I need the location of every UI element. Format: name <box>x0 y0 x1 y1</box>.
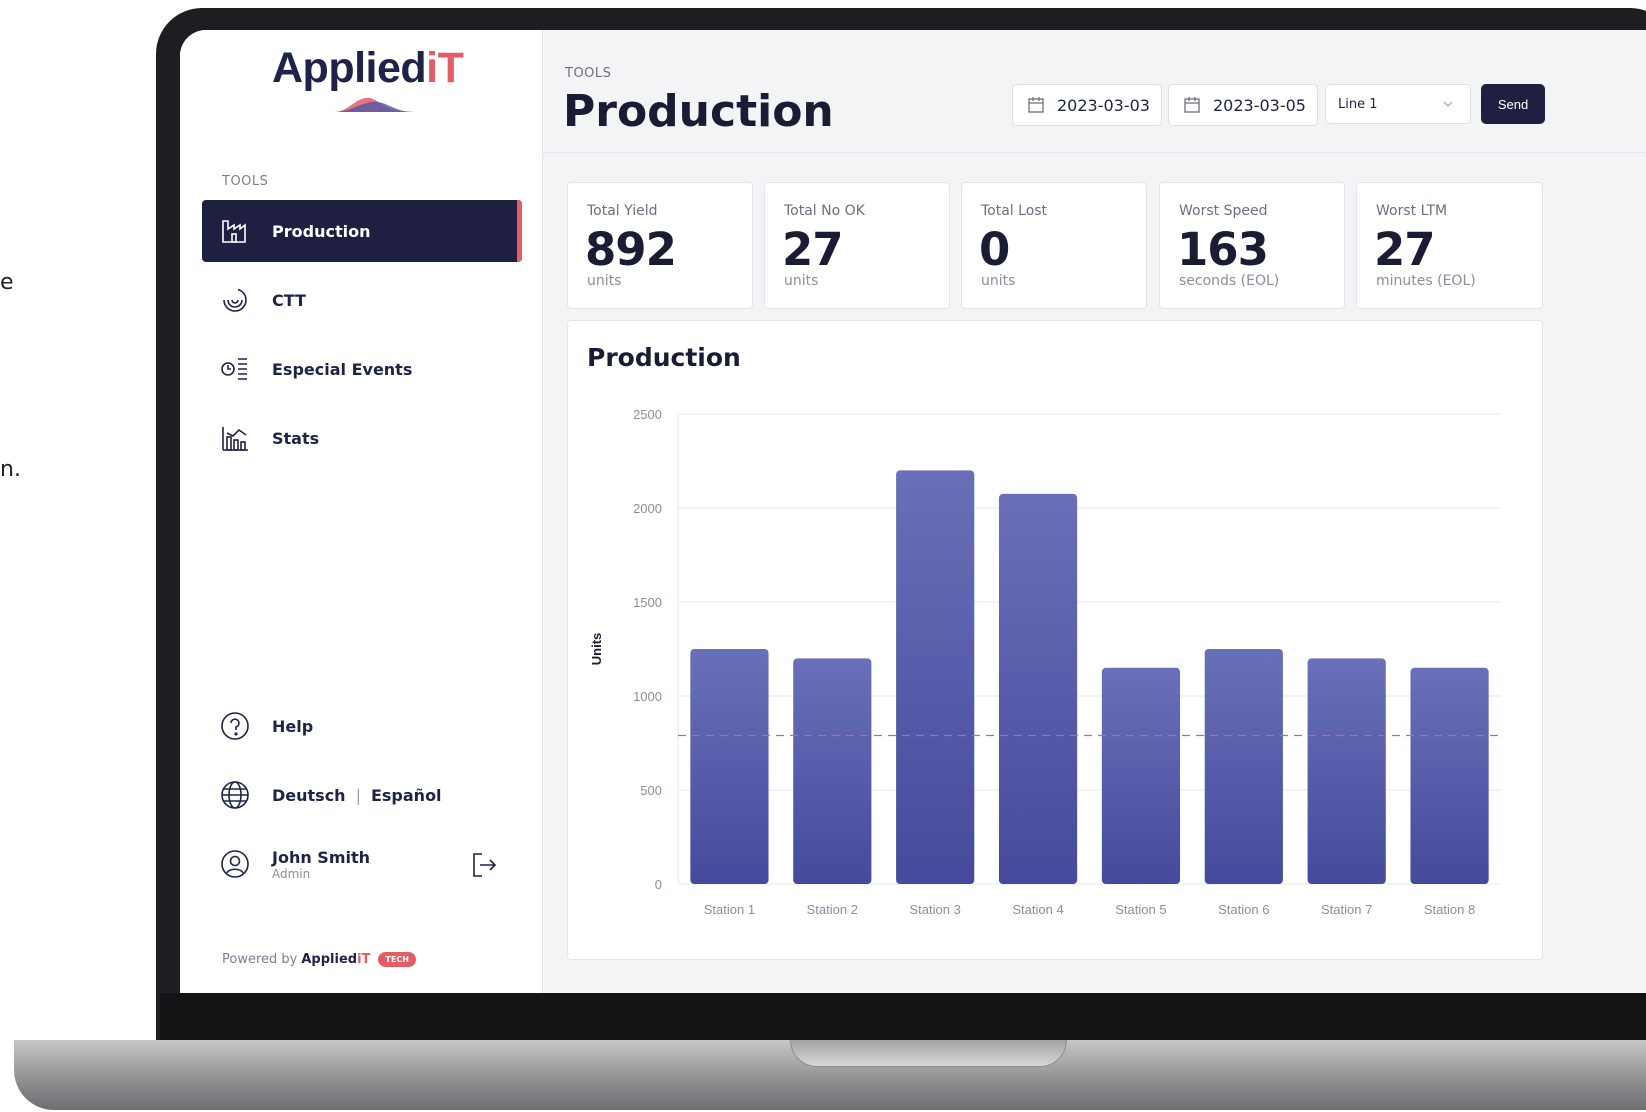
calendar-icon <box>1027 96 1045 114</box>
x-tick-label: Station 3 <box>910 902 961 917</box>
factory-icon <box>220 217 260 245</box>
sidebar-section-label: TOOLS <box>222 174 269 189</box>
chevron-down-icon <box>1442 97 1454 112</box>
x-tick-label: Station 2 <box>807 902 858 917</box>
sidebar-item-label: Stats <box>272 428 320 448</box>
bar-8 <box>1410 667 1489 884</box>
kpi-label: Total Yield <box>587 203 658 219</box>
kpi-label: Worst LTM <box>1376 203 1448 219</box>
breadcrumb: TOOLS <box>565 66 612 81</box>
sidebar-item-label: Production <box>272 221 371 241</box>
language-options: Deutsch | Español <box>272 786 442 805</box>
app-screen: AppliediT TOOLS Production CTT Especial … <box>180 30 1646 993</box>
kpi-value: 27 <box>782 223 844 276</box>
kpi-card-worst-ltm: Worst LTM 27 minutes (EOL) <box>1356 182 1543 309</box>
sidebar-item-label: Especial Events <box>272 359 413 379</box>
kpi-value: 892 <box>585 223 677 276</box>
bar-1 <box>690 649 769 884</box>
kpi-value: 27 <box>1374 223 1436 276</box>
kpi-label: Total No OK <box>784 203 865 219</box>
bar-4 <box>998 493 1078 884</box>
x-tick-label: Station 6 <box>1218 902 1269 917</box>
x-tick-label: Station 7 <box>1321 902 1372 917</box>
user-profile[interactable]: John Smith Admin <box>202 833 522 895</box>
kpi-label: Worst Speed <box>1179 203 1268 219</box>
language-separator: | <box>355 785 361 805</box>
sidebar-item-ctt[interactable]: CTT <box>202 269 522 331</box>
language-espanol[interactable]: Español <box>371 786 442 805</box>
bar-3 <box>896 470 975 884</box>
logo-wave-icon <box>334 97 414 112</box>
sidebar-item-label: CTT <box>272 290 306 310</box>
y-tick-label: 0 <box>655 877 662 892</box>
y-tick-label: 1000 <box>633 689 662 704</box>
date-to-value: 2023-03-05 <box>1213 95 1306 115</box>
x-tick-label: Station 5 <box>1115 902 1166 917</box>
send-button[interactable]: Send <box>1481 84 1545 124</box>
x-tick-label: Station 4 <box>1012 902 1063 917</box>
user-name: John Smith <box>272 847 371 867</box>
sidebar: AppliediT TOOLS Production CTT Especial … <box>180 30 543 993</box>
kpi-unit: units <box>784 273 819 289</box>
powered-by-prefix: Powered by <box>222 952 298 967</box>
sidebar-item-help[interactable]: Help <box>202 695 522 757</box>
y-tick-label: 1500 <box>633 595 662 610</box>
y-tick-label: 2500 <box>633 407 662 422</box>
date-to-field[interactable]: 2023-03-05 <box>1168 84 1318 126</box>
kpi-card-total-no-ok: Total No OK 27 units <box>764 182 950 309</box>
logout-icon[interactable] <box>470 851 498 883</box>
user-info: John Smith Admin <box>272 848 370 881</box>
kpi-unit: seconds (EOL) <box>1179 273 1280 289</box>
user-role: Admin <box>272 866 311 881</box>
bar-6 <box>1204 649 1283 884</box>
chart-building-icon <box>220 423 260 453</box>
kpi-card-worst-speed: Worst Speed 163 seconds (EOL) <box>1159 182 1345 309</box>
tech-badge: TECH <box>378 952 416 967</box>
bar-2 <box>793 658 872 884</box>
kpi-unit: minutes (EOL) <box>1376 273 1476 289</box>
applied-it-logo[interactable]: AppliediT <box>272 44 464 114</box>
y-tick-label: 500 <box>640 783 662 798</box>
line-select[interactable]: Line 1 <box>1325 84 1471 124</box>
logo-text: AppliediT <box>272 44 464 92</box>
language-switcher: Deutsch | Español <box>202 764 522 826</box>
sidebar-item-production[interactable]: Production <box>202 200 522 262</box>
sidebar-item-especial-events[interactable]: Especial Events <box>202 338 522 400</box>
laptop-notch <box>790 1040 1067 1067</box>
y-axis-label: Units <box>589 633 604 666</box>
kpi-unit: units <box>981 273 1016 289</box>
powered-by: Powered by AppliediT TECH <box>222 952 416 967</box>
production-chart-card: Production 0 500 1000 1500 2000 2500 Units Stat… <box>567 320 1543 960</box>
date-from-value: 2023-03-03 <box>1057 95 1150 115</box>
kpi-value: 0 <box>979 223 1010 276</box>
line-select-value: Line 1 <box>1338 96 1378 112</box>
language-deutsch[interactable]: Deutsch <box>272 786 346 805</box>
cutoff-text-2: n. <box>0 457 21 482</box>
kpi-unit: units <box>587 273 622 289</box>
cutoff-text-1: e <box>0 270 14 295</box>
kpi-label: Total Lost <box>981 203 1048 219</box>
calendar-icon <box>1183 96 1201 114</box>
bar-5 <box>1101 667 1181 884</box>
sidebar-item-stats[interactable]: Stats <box>202 407 522 469</box>
powered-by-brand: AppliediT <box>301 952 371 967</box>
x-tick-label: Station 8 <box>1424 902 1475 917</box>
page-title: Production <box>563 86 834 137</box>
clock-list-icon <box>220 355 260 383</box>
x-tick-label: Station 1 <box>704 902 755 917</box>
user-icon <box>220 849 260 879</box>
date-from-field[interactable]: 2023-03-03 <box>1012 84 1162 126</box>
globe-icon <box>220 780 260 810</box>
y-tick-label: 2000 <box>633 501 662 516</box>
production-bar-chart: 0 500 1000 1500 2000 2500 Units Station 1 Statio… <box>589 407 1501 917</box>
kpi-card-total-yield: Total Yield 892 units <box>567 182 753 309</box>
sidebar-item-label: Help <box>272 716 314 736</box>
bar-7 <box>1307 658 1386 884</box>
kpi-card-total-lost: Total Lost 0 units <box>961 182 1147 309</box>
kpi-value: 163 <box>1177 223 1269 276</box>
help-icon <box>220 711 260 741</box>
ripple-icon <box>220 285 260 315</box>
